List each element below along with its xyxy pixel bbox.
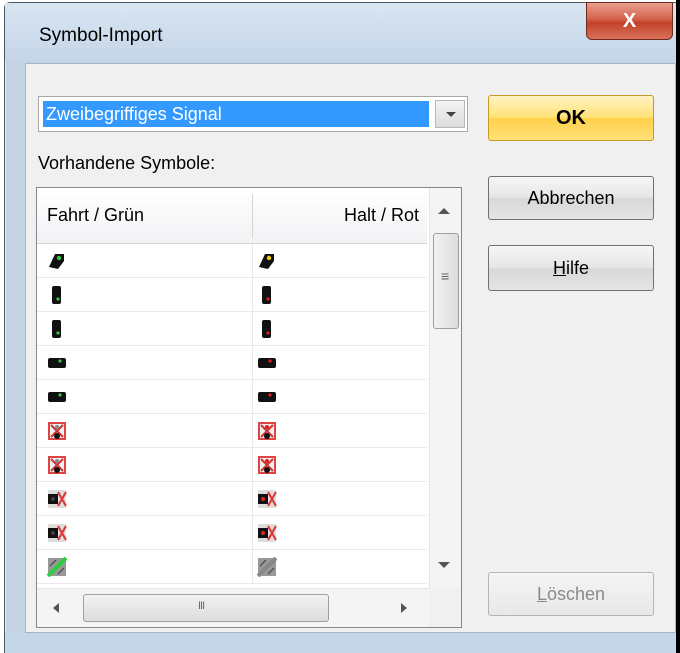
window-edge xyxy=(676,0,680,653)
crossing-block-icon xyxy=(47,489,67,509)
window-title: Symbol-Import xyxy=(39,25,163,46)
column-gridline xyxy=(252,380,253,414)
column-gridline xyxy=(252,244,253,278)
list-header: Fahrt / Grün Halt / Rot xyxy=(37,188,427,244)
chevron-down-icon[interactable] xyxy=(435,100,465,128)
signal-type-combobox[interactable]: Zweibegriffiges Signal xyxy=(38,96,468,132)
signal-block-green-icon xyxy=(47,353,67,373)
crossing-sign-red-icon xyxy=(257,455,277,475)
signal-block-green-icon xyxy=(47,387,67,407)
signal-mast-red-icon xyxy=(257,319,277,339)
combobox-selected-value: Zweibegriffiges Signal xyxy=(43,101,429,127)
list-item[interactable] xyxy=(37,312,427,346)
column-gridline xyxy=(252,278,253,312)
scroll-down-icon[interactable] xyxy=(438,562,450,568)
delete-button[interactable]: Löschen xyxy=(488,572,654,616)
close-icon: X xyxy=(622,10,637,32)
close-button[interactable]: X xyxy=(586,2,673,40)
list-item[interactable] xyxy=(37,516,427,550)
scrollbar-corner xyxy=(429,588,461,627)
help-button[interactable]: Hilfe xyxy=(488,245,654,291)
list-item[interactable] xyxy=(37,448,427,482)
help-label-rest: ilfe xyxy=(565,258,589,278)
signal-mast-green-icon xyxy=(47,319,67,339)
signal-mast-green-icon xyxy=(47,285,67,305)
signal-head-yellow-icon xyxy=(257,251,277,271)
delete-label-rest: öschen xyxy=(546,584,606,604)
list-item[interactable] xyxy=(37,482,427,516)
crossing-block-red-icon xyxy=(257,523,277,543)
crossing-sign-red-icon xyxy=(257,421,277,441)
column-gridline xyxy=(252,550,253,584)
list-item[interactable] xyxy=(37,550,427,584)
symbol-rows xyxy=(37,244,427,584)
signal-head-green-icon xyxy=(47,251,67,271)
title-bar[interactable]: Symbol-Import xyxy=(5,3,676,61)
column-header-halt[interactable]: Halt / Rot xyxy=(344,205,419,226)
crossing-sign-icon xyxy=(47,421,67,441)
column-header-fahrt[interactable]: Fahrt / Grün xyxy=(47,205,144,226)
list-item[interactable] xyxy=(37,380,427,414)
cancel-button[interactable]: Abbrechen xyxy=(488,176,654,220)
delete-accelerator: L xyxy=(536,584,547,604)
symbols-list-label: Vorhandene Symbole: xyxy=(38,153,216,173)
column-gridline xyxy=(252,482,253,516)
column-gridline xyxy=(252,448,253,482)
list-item[interactable] xyxy=(37,244,427,278)
horizontal-scrollbar[interactable] xyxy=(37,588,429,627)
scroll-left-icon[interactable] xyxy=(53,603,59,613)
diagonal-track-gray-icon xyxy=(256,556,278,578)
crossing-block-red-icon xyxy=(257,489,277,509)
column-gridline xyxy=(252,346,253,380)
help-accelerator: H xyxy=(552,258,566,278)
signal-block-red-icon xyxy=(257,353,277,373)
column-divider[interactable] xyxy=(252,194,253,238)
scroll-up-icon[interactable] xyxy=(438,208,450,214)
crossing-block-icon xyxy=(47,523,67,543)
scroll-right-icon[interactable] xyxy=(401,603,407,613)
crossing-sign-icon xyxy=(47,455,67,475)
vertical-scrollbar[interactable] xyxy=(429,188,461,588)
diagonal-track-green-icon xyxy=(46,556,68,578)
ok-button[interactable]: OK xyxy=(488,95,654,141)
symbols-listview[interactable]: Fahrt / Grün Halt / Rot xyxy=(36,187,462,628)
window-bottom-border xyxy=(5,633,676,653)
list-item[interactable] xyxy=(37,346,427,380)
column-gridline xyxy=(252,414,253,448)
horizontal-scroll-thumb[interactable] xyxy=(83,594,329,622)
list-item[interactable] xyxy=(37,278,427,312)
column-gridline xyxy=(252,516,253,550)
vertical-scroll-thumb[interactable] xyxy=(433,233,459,329)
list-item[interactable] xyxy=(37,414,427,448)
signal-block-red-icon xyxy=(257,387,277,407)
column-gridline xyxy=(252,312,253,346)
signal-mast-red-icon xyxy=(257,285,277,305)
